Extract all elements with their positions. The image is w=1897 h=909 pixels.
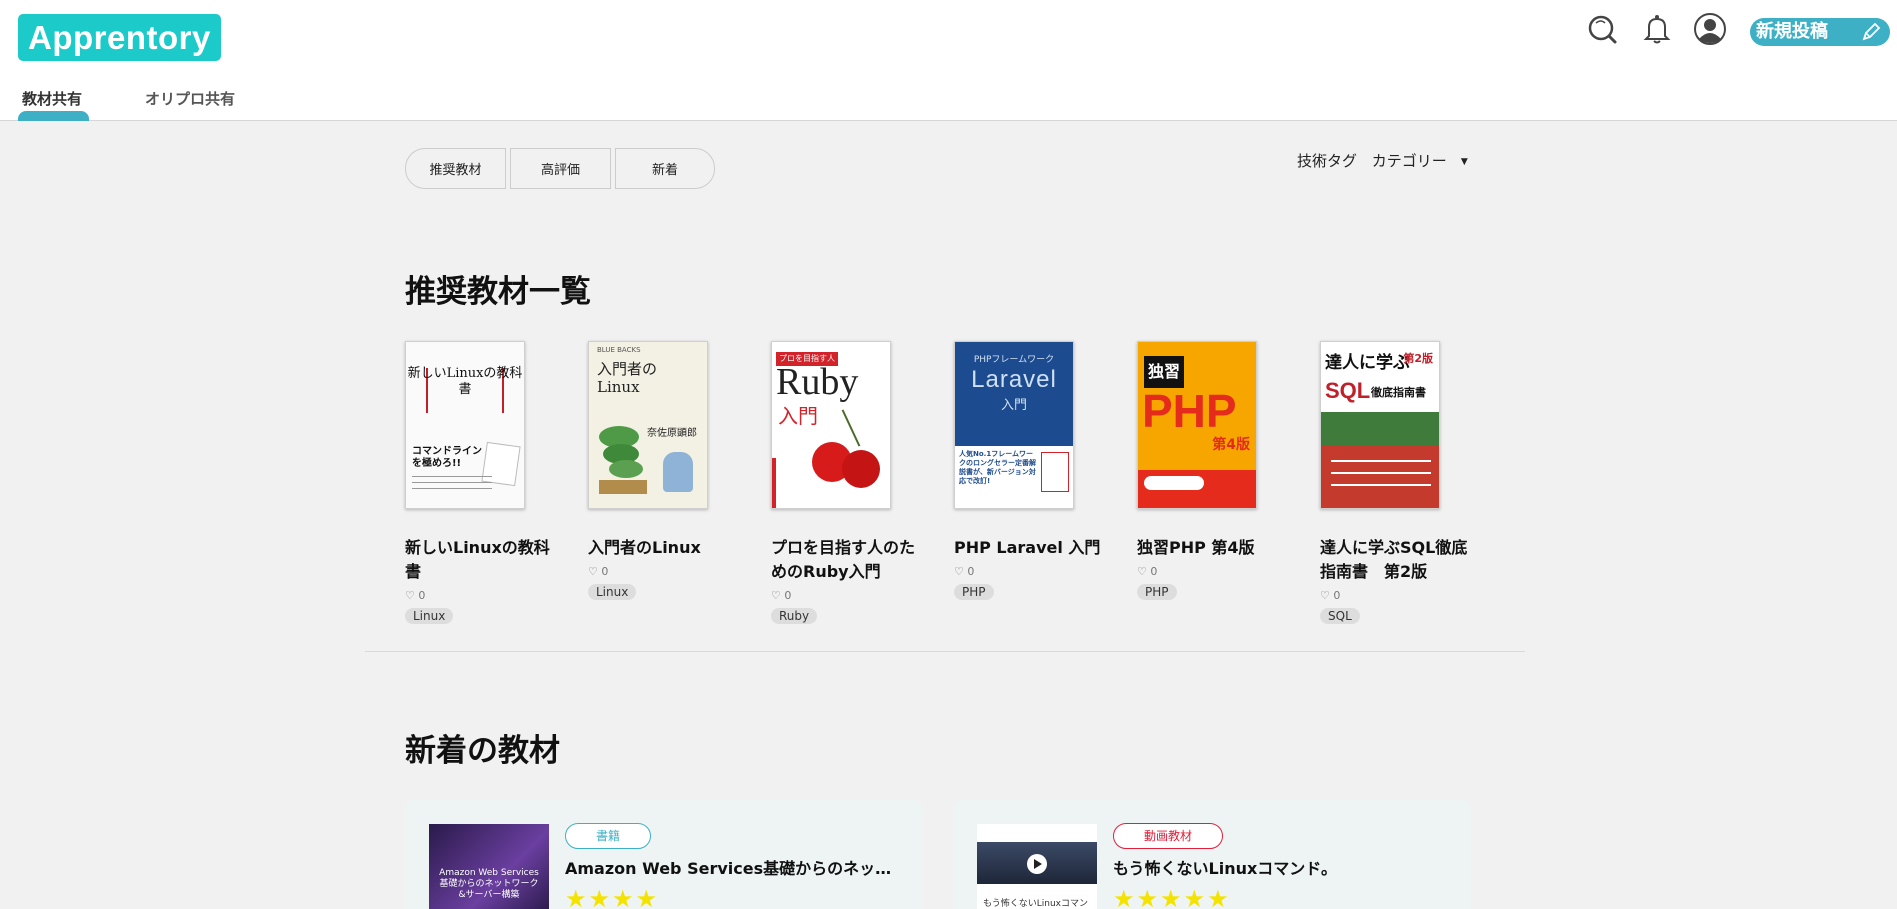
cover-topline: PHPフレームワーク <box>973 355 1055 365</box>
bell-icon[interactable] <box>1640 12 1674 46</box>
new-item-card[interactable]: もう怖くないLinuxコマンド。 動画教材 もう怖くないLinuxコマンド。 ★… <box>953 800 1471 909</box>
app-header: Apprentory 教材共有 オリプロ共有 新規投稿 <box>0 0 1897 121</box>
cover-title: 新しいLinuxの教科書 <box>407 366 523 397</box>
book-card[interactable]: 新しいLinuxの教科書 コマンドラインを極めろ!! 新しいLinuxの教科書 … <box>405 341 555 624</box>
book-card[interactable]: 独習 PHP 第4版 独習PHP 第4版 ♡ 0 PHP <box>1137 341 1287 600</box>
cover-title: PHP <box>1142 385 1237 437</box>
book-title[interactable]: プロを目指す人のためのRuby入門 <box>771 536 921 584</box>
thumbnail-text: Amazon Web Services 基礎からのネットワーク&サーバー構築 <box>439 868 539 900</box>
item-thumbnail[interactable]: Amazon Web Services 基礎からのネットワーク&サーバー構築 <box>429 824 549 909</box>
like-count[interactable]: ♡ 0 <box>771 589 921 602</box>
like-count[interactable]: ♡ 0 <box>1320 589 1470 602</box>
item-type-badge: 書籍 <box>565 823 651 849</box>
book-cover[interactable]: 新しいLinuxの教科書 コマンドラインを極めろ!! <box>405 341 525 509</box>
like-count[interactable]: ♡ 0 <box>588 565 738 578</box>
tech-tag-badge[interactable]: Linux <box>588 584 637 600</box>
book-cover[interactable]: PHPフレームワーク Laravel 入門 人気No.1フレームワークのロングセ… <box>954 341 1074 509</box>
tab-original-product-share[interactable]: オリプロ共有 <box>145 88 235 109</box>
item-type-badge: 動画教材 <box>1113 823 1223 849</box>
tag-category-selectors: 技術タグ カテゴリー ▼ <box>1297 150 1488 171</box>
app-logo[interactable]: Apprentory <box>18 14 221 61</box>
cover-title: Ruby <box>776 361 859 403</box>
cover-subtitle: 入門 <box>778 404 818 428</box>
search-icon[interactable] <box>1585 12 1619 46</box>
cover-title: Laravel <box>971 366 1057 393</box>
rating-stars: ★★★★ <box>565 885 660 909</box>
filter-top-rated-button[interactable]: 高評価 <box>510 148 611 189</box>
cover-subtitle: 入門 <box>1000 398 1027 413</box>
book-title[interactable]: 新しいLinuxの教科書 <box>405 536 555 584</box>
book-cover[interactable]: プロを目指す人 Ruby 入門 <box>771 341 891 509</box>
book-card[interactable]: 達人に学ぶ 第2版 SQL 徹底指南書 達人に学ぶSQL徹底指南書 第2版 ♡ … <box>1320 341 1470 624</box>
like-count[interactable]: ♡ 0 <box>954 565 1104 578</box>
cover-author: 奈佐原顕郎 <box>647 428 697 439</box>
book-title[interactable]: PHP Laravel 入門 <box>954 536 1104 560</box>
chevron-down-icon: ▼ <box>1460 156 1468 167</box>
new-items-heading: 新着の教材 <box>405 733 560 769</box>
rating-stars: ★★★★★ <box>1113 885 1231 909</box>
book-card[interactable]: BLUE BACKS 入門者のLinux 奈佐原顕郎 入門者のLinux ♡ 0… <box>588 341 738 600</box>
book-card[interactable]: PHPフレームワーク Laravel 入門 人気No.1フレームワークのロングセ… <box>954 341 1104 600</box>
tech-tag-dropdown[interactable]: 技術タグ <box>1297 152 1357 170</box>
book-title[interactable]: 入門者のLinux <box>588 536 738 560</box>
filter-recommended-button[interactable]: 推奨教材 <box>405 148 506 189</box>
cover-subtitle: コマンドラインを極めろ!! <box>412 446 482 469</box>
like-count[interactable]: ♡ 0 <box>1137 565 1287 578</box>
tab-material-share[interactable]: 教材共有 <box>22 88 82 109</box>
cover-subtitle: 徹底指南書 <box>1371 386 1426 399</box>
category-label: カテゴリー <box>1371 152 1447 170</box>
cover-edition: 第4版 <box>1212 437 1250 453</box>
tech-tag-badge[interactable]: Ruby <box>771 608 818 624</box>
tech-tag-badge[interactable]: PHP <box>1137 584 1177 600</box>
pencil-icon <box>1862 22 1881 41</box>
cover-blurb: 人気No.1フレームワークのロングセラー定番解説書が、新バージョン対応で改訂! <box>959 450 1036 485</box>
item-title[interactable]: Amazon Web Services基礎からのネットワーク&サーバー構築 <box>565 855 905 879</box>
filter-newest-button[interactable]: 新着 <box>615 148 715 189</box>
active-tab-indicator <box>18 111 89 121</box>
cover-topline: 達人に学ぶ <box>1325 353 1410 373</box>
book-card[interactable]: プロを目指す人 Ruby 入門 プロを目指す人のためのRuby入門 ♡ 0 Ru… <box>771 341 921 624</box>
cover-edition: 第2版 <box>1403 352 1433 365</box>
tech-tag-badge[interactable]: SQL <box>1320 608 1360 624</box>
new-item-card[interactable]: Amazon Web Services 基礎からのネットワーク&サーバー構築 書… <box>405 800 923 909</box>
play-icon <box>1034 859 1042 869</box>
book-cover[interactable]: BLUE BACKS 入門者のLinux 奈佐原顕郎 <box>588 341 708 509</box>
cover-series: BLUE BACKS <box>597 346 641 354</box>
like-count[interactable]: ♡ 0 <box>405 589 555 602</box>
new-post-button[interactable]: 新規投稿 <box>1750 18 1890 46</box>
recommended-heading: 推奨教材一覧 <box>405 274 591 310</box>
cover-title: 入門者のLinux <box>597 360 658 396</box>
item-title[interactable]: もう怖くないLinuxコマンド。 <box>1113 855 1453 879</box>
tech-tag-badge[interactable]: Linux <box>405 608 454 624</box>
cover-title: SQL <box>1325 378 1371 403</box>
book-cover[interactable]: 独習 PHP 第4版 <box>1137 341 1257 509</box>
book-title[interactable]: 達人に学ぶSQL徹底指南書 第2版 <box>1320 536 1470 584</box>
book-cover[interactable]: 達人に学ぶ 第2版 SQL 徹底指南書 <box>1320 341 1440 509</box>
tech-tag-badge[interactable]: PHP <box>954 584 994 600</box>
category-dropdown[interactable]: カテゴリー ▼ <box>1372 152 1478 170</box>
thumbnail-text: もう怖くないLinuxコマンド。 <box>983 899 1088 909</box>
new-post-label: 新規投稿 <box>1756 21 1828 42</box>
user-avatar-icon[interactable] <box>1693 12 1727 46</box>
filter-button-group: 推奨教材 高評価 新着 <box>405 148 719 189</box>
section-divider <box>365 651 1525 652</box>
book-title[interactable]: 独習PHP 第4版 <box>1137 536 1287 560</box>
item-thumbnail[interactable]: もう怖くないLinuxコマンド。 <box>977 824 1097 909</box>
